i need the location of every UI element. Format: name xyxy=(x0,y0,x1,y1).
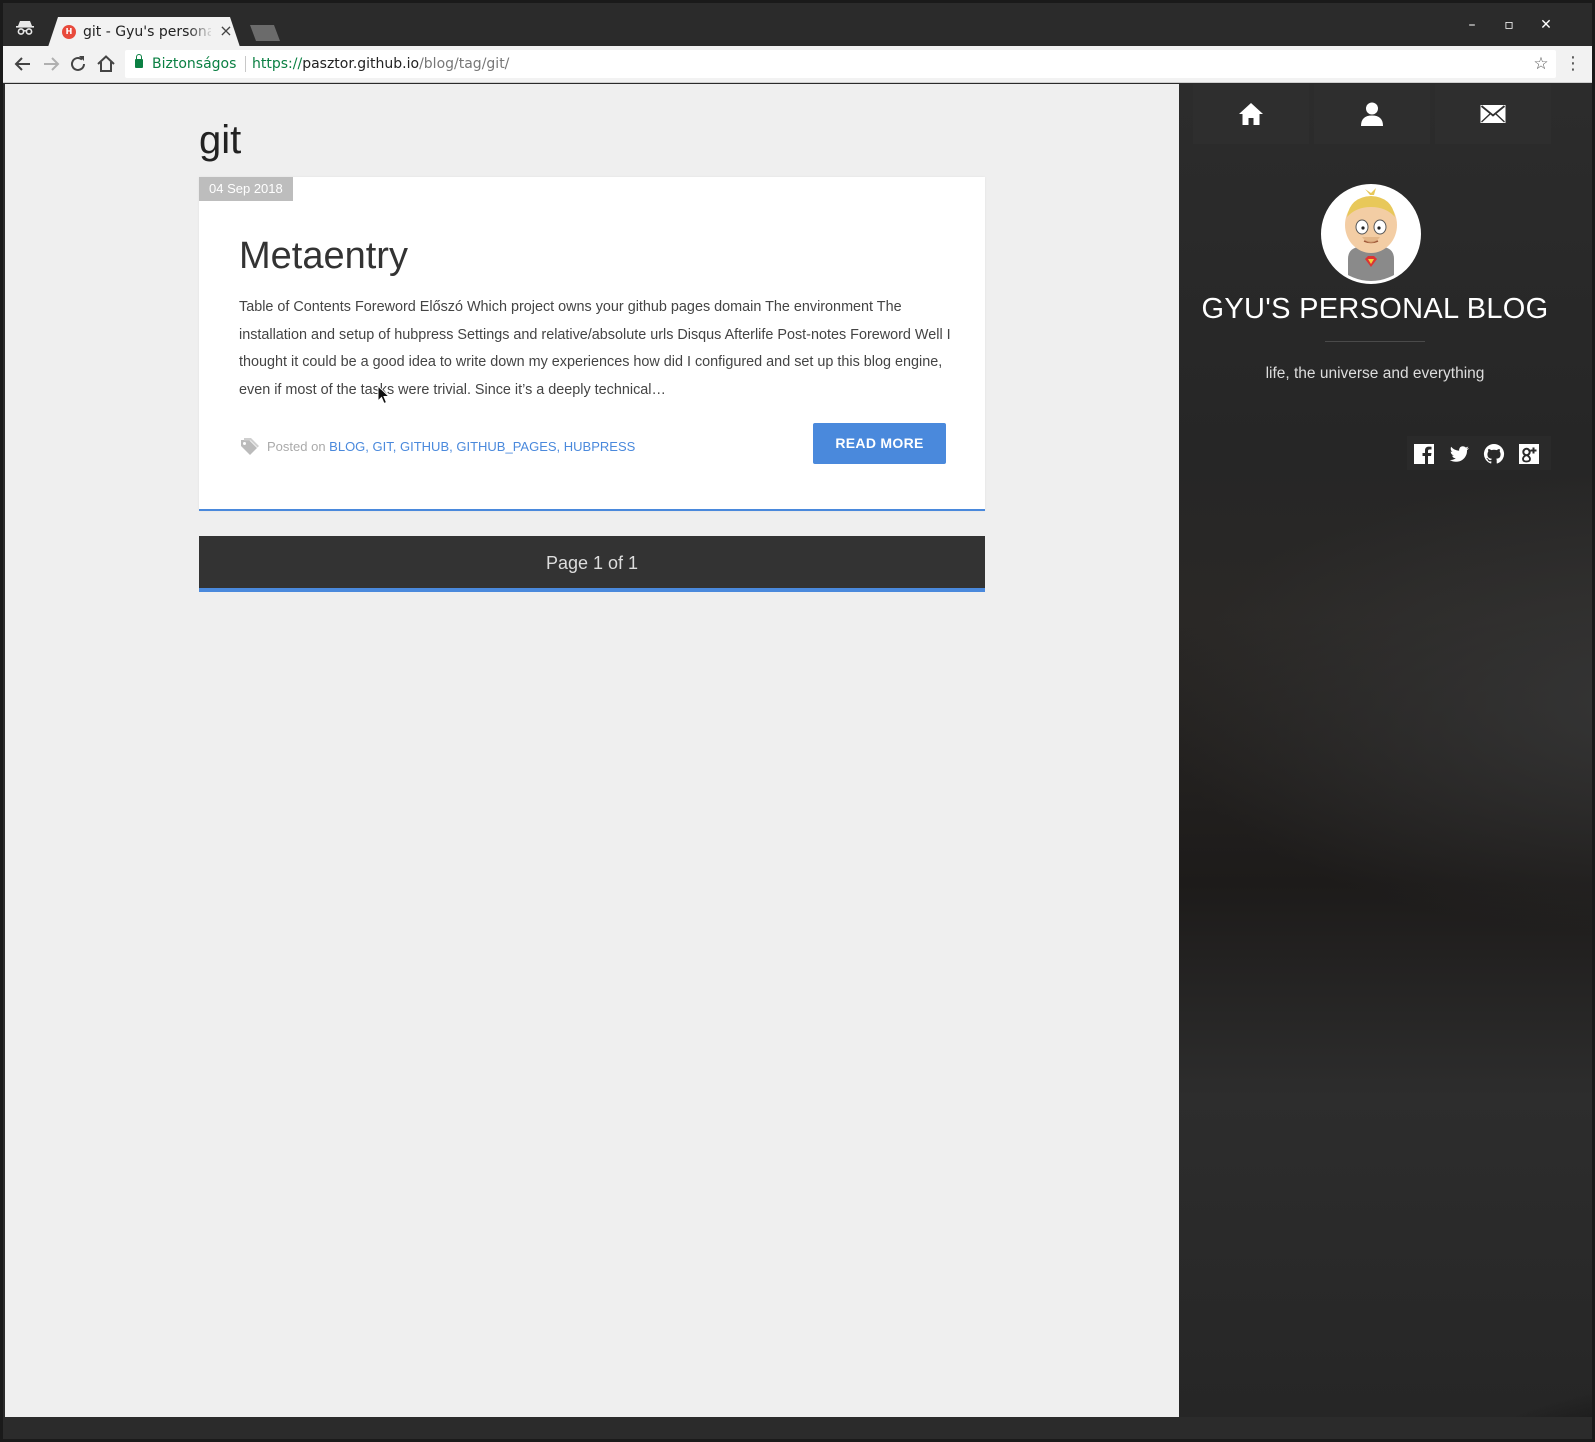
reload-icon[interactable] xyxy=(67,53,89,75)
lock-icon xyxy=(135,54,143,68)
post-excerpt: Table of Contents Foreword Előszó Which … xyxy=(239,299,951,398)
url-host: pasztor.github.io xyxy=(302,56,420,72)
address-bar[interactable]: Biztonságos https://pasztor.github.io/bl… xyxy=(125,50,1556,78)
nav-about[interactable] xyxy=(1314,84,1430,144)
post-tags: Posted on BLOG, GIT, GITHUB, GITHUB_PAGE… xyxy=(267,439,636,454)
home-button-icon[interactable] xyxy=(95,53,117,75)
social-links xyxy=(1407,436,1551,470)
title-divider xyxy=(1325,341,1425,342)
back-icon[interactable] xyxy=(12,53,34,75)
url-path: /blog/tag/git/ xyxy=(419,56,510,72)
url-scheme: https:// xyxy=(252,56,303,72)
posted-on-label: Posted on xyxy=(267,439,326,454)
security-label: Biztonságos xyxy=(152,56,237,72)
new-tab-button[interactable] xyxy=(250,25,280,41)
browser-menu-icon[interactable]: ⋮ xyxy=(1564,53,1582,75)
pagination: Page 1 of 1 xyxy=(199,536,985,592)
maximize-icon[interactable]: ▫ xyxy=(1499,15,1519,35)
browser-window: H git - Gyu's personal blog × – ▫ ✕ Bizt… xyxy=(0,0,1595,1442)
tags-icon xyxy=(239,437,259,457)
url-text[interactable]: https://pasztor.github.io/blog/tag/git/ xyxy=(252,55,509,73)
tab-active[interactable]: H git - Gyu's personal blog × xyxy=(48,17,240,47)
close-window-icon[interactable]: ✕ xyxy=(1536,15,1556,35)
user-icon xyxy=(1361,102,1383,126)
avatar[interactable] xyxy=(1321,184,1421,284)
tag-link[interactable]: HUBPRESS xyxy=(564,439,636,454)
twitter-icon[interactable] xyxy=(1448,443,1470,465)
github-icon[interactable] xyxy=(1483,443,1505,465)
read-more-button[interactable]: READ MORE xyxy=(813,423,946,464)
main-content: git 04 Sep 2018 Metaentry Table of Conte… xyxy=(5,84,1179,1417)
tab-strip: H git - Gyu's personal blog × – ▫ ✕ xyxy=(3,3,1592,47)
nav-contact[interactable] xyxy=(1435,84,1551,144)
tag-link[interactable]: GITHUB_PAGES xyxy=(456,439,556,454)
hubpress-favicon-icon: H xyxy=(62,25,76,39)
post-date: 04 Sep 2018 xyxy=(199,177,293,201)
mouse-cursor-icon xyxy=(377,384,391,409)
tag-link[interactable]: GITHUB xyxy=(400,439,449,454)
sidebar: GYU'S PERSONAL BLOG life, the universe a… xyxy=(1179,84,1592,1417)
google-plus-icon[interactable] xyxy=(1518,443,1540,465)
omnibox-separator xyxy=(245,56,246,72)
incognito-icon xyxy=(15,20,35,36)
home-icon xyxy=(1239,103,1263,125)
envelope-icon xyxy=(1480,105,1506,123)
post-card: 04 Sep 2018 Metaentry Table of Contents … xyxy=(199,177,985,511)
tag-link[interactable]: GIT xyxy=(373,439,393,454)
facebook-icon[interactable] xyxy=(1413,443,1435,465)
browser-toolbar: Biztonságos https://pasztor.github.io/bl… xyxy=(3,46,1592,83)
tag-link[interactable]: BLOG xyxy=(329,439,365,454)
tab-title-fade xyxy=(188,21,214,43)
minimize-icon[interactable]: – xyxy=(1462,15,1482,35)
tab-close-icon[interactable]: × xyxy=(218,22,234,40)
forward-icon[interactable] xyxy=(40,53,62,75)
blog-title[interactable]: GYU'S PERSONAL BLOG xyxy=(1179,290,1571,328)
blog-tagline: life, the universe and everything xyxy=(1265,365,1485,382)
bookmark-star-icon[interactable]: ☆ xyxy=(1532,54,1550,74)
sidebar-nav xyxy=(1193,84,1576,146)
page-title: git xyxy=(199,118,242,162)
post-title[interactable]: Metaentry xyxy=(239,231,408,281)
nav-home[interactable] xyxy=(1193,84,1309,144)
